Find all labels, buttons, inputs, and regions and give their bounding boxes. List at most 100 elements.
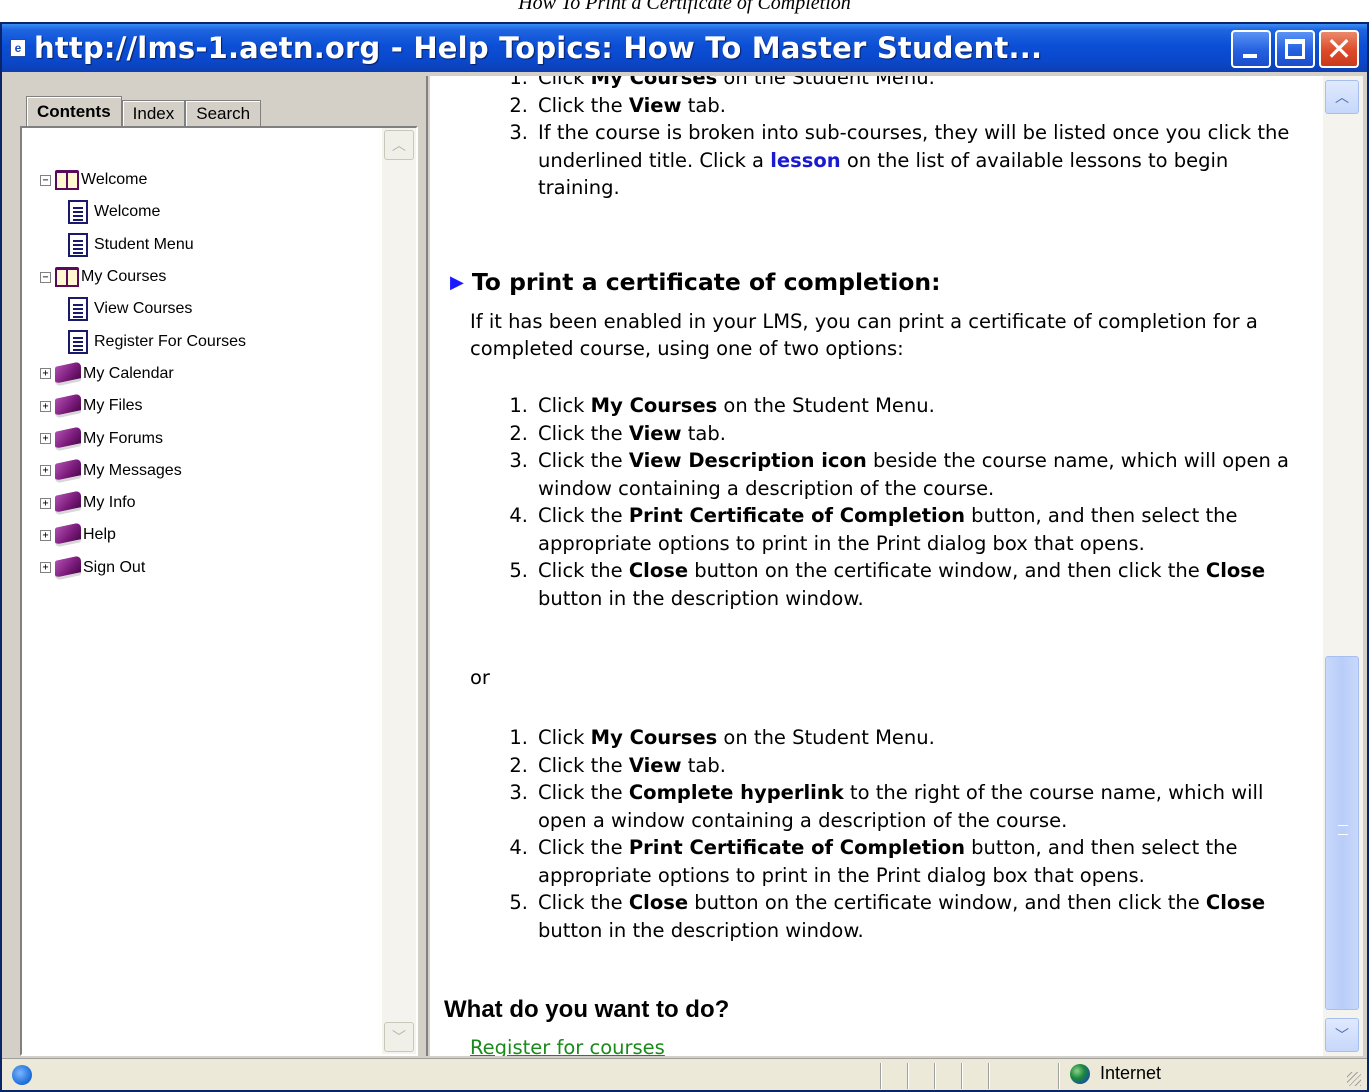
status-divider [961,1063,963,1089]
intro-paragraph: If it has been enabled in your LMS, you … [470,310,1258,360]
step-number: 1. [509,726,528,749]
tree-scroll-down-button[interactable]: ﹀ [384,1022,414,1052]
tab-index[interactable]: Index [121,100,186,126]
ui-term: Close [628,891,689,914]
tree-item-label: Register For Courses [94,332,247,350]
status-divider [988,1063,990,1089]
closed-book-icon [55,458,81,484]
closed-book-icon [55,554,81,581]
previous-steps-list: 1. Click My Courses on the Student Menu. 2… [430,76,1310,202]
minimize-icon [1243,54,1257,58]
status-divider [880,1063,882,1089]
closed-book-icon [55,490,81,516]
tree-scrollbar[interactable]: ︿ ﹀ [382,128,416,1054]
glossary-link[interactable]: lesson [770,149,840,172]
window-title: http://lms-1.aetn.org - Help Topics: How… [34,31,1043,65]
expand-arrow-icon[interactable]: ▶ [450,272,464,293]
step-number: 3. [509,121,528,144]
globe-icon [1070,1063,1090,1084]
tree-item[interactable]: + Help [40,519,370,551]
tree-item[interactable]: Welcome [40,196,370,228]
tree-item[interactable]: + My Forums [40,422,370,454]
help-page-icon [68,200,88,225]
step-item: 3. Click the View Description icon beside… [430,447,1310,502]
tree-item[interactable]: + My Info [40,487,370,519]
ui-term: View [628,421,682,445]
expand-icon[interactable]: + [40,400,51,412]
title-bar[interactable]: e http://lms-1.aetn.org - Help Topics: H… [2,24,1367,72]
expand-icon[interactable]: + [40,465,51,477]
step-number: 2. [509,421,528,445]
tree-item[interactable]: + Sign Out [40,552,370,584]
ui-term: View [628,753,682,777]
tab-contents[interactable]: Contents [26,96,122,126]
or-separator: or [470,666,490,689]
closed-book-icon [55,522,81,549]
step-text: If the course is broken into sub-courses… [538,121,1290,199]
step-text: Click the Print Certificate of Completio… [538,836,1238,887]
tree-item[interactable]: − My Courses [40,261,370,293]
step-number: 3. [509,781,528,804]
navigation-pane: Contents Index Search − Welcome Welcome Stude… [6,76,418,1056]
tree-item[interactable]: + My Files [40,390,370,422]
close-button[interactable]: ✕ [1319,30,1359,68]
ie-page-icon: e [10,39,26,57]
register-for-courses-link[interactable]: Register for courses [470,1036,665,1056]
collapse-icon[interactable]: − [40,271,51,283]
resize-grip-icon[interactable] [1347,1072,1361,1086]
step-text: Click the Complete hyperlink to the righ… [538,781,1264,832]
security-zone: Internet [1070,1063,1161,1084]
tree-item-label: Help [83,526,116,544]
contents-tree-frame: − Welcome Welcome Student Menu − My Courses Vi… [20,126,418,1056]
expand-icon[interactable]: + [40,529,51,541]
pane-splitter[interactable] [420,76,428,1056]
tree-item[interactable]: View Courses [40,293,370,325]
maximize-icon [1285,39,1305,59]
content-scrollbar[interactable]: ︿ ﹀ [1323,76,1363,1056]
step-number: 2. [509,93,528,117]
collapse-icon[interactable]: − [40,174,51,186]
expand-icon[interactable]: + [40,497,51,509]
step-text: Click My Courses on the Student Menu. [538,76,1308,92]
document-caption: How To Print a Certificate of Completion [518,0,851,14]
expand-icon[interactable]: + [40,562,51,574]
scroll-thumb[interactable] [1325,656,1359,1010]
step-item: 4. Click the Print Certificate of Complet… [430,502,1310,557]
step-number: 5. [509,891,528,914]
step-text: Click My Courses on the Student Menu. [538,726,935,749]
expand-icon[interactable]: + [40,368,51,380]
step-item: 3. Click the Complete hyperlink to the ri… [430,779,1310,834]
maximize-button[interactable] [1275,30,1315,68]
tab-search[interactable]: Search [185,100,262,126]
step-text: Click the View tab. [538,421,726,445]
tree-item[interactable]: + My Calendar [40,358,370,390]
help-window: e http://lms-1.aetn.org - Help Topics: H… [0,22,1369,1092]
tree-item-label: Sign Out [83,558,146,576]
tree-item[interactable]: + My Messages [40,455,370,487]
scroll-down-button[interactable]: ﹀ [1325,1018,1359,1052]
scroll-up-button[interactable]: ︿ [1325,80,1359,114]
ui-term: My Courses [590,726,718,749]
tree-item-label: My Calendar [83,364,174,382]
step-item: 1. Click My Courses on the Student Menu. [430,392,1310,420]
step-item: 1. Click My Courses on the Student Menu. [430,76,1310,92]
help-page-icon [68,297,88,322]
tree-item[interactable]: Register For Courses [40,325,370,357]
expand-icon[interactable]: + [40,433,51,445]
step-item: 1. Click My Courses on the Student Menu. [430,724,1310,752]
step-text: Click the Close button on the certificat… [538,891,1266,942]
minimize-button[interactable] [1231,30,1271,68]
tree-item-label: Welcome [94,203,161,221]
status-divider [907,1063,909,1089]
step-number: 1. [509,76,528,89]
tree-scroll-up-button[interactable]: ︿ [384,130,414,160]
step-item: 5. Click the Close button on the certific… [430,557,1310,612]
tree-item[interactable]: − Welcome [40,164,370,196]
step-number: 4. [509,836,528,859]
tree-item[interactable]: Student Menu [40,229,370,261]
ie-status-icon [12,1064,32,1085]
contents-tree: − Welcome Welcome Student Menu − My Courses Vi… [40,164,370,584]
step-text: Click the View Description icon beside t… [538,449,1290,500]
zone-label: Internet [1100,1063,1162,1083]
what-do-you-want-heading: What do you want to do? [444,996,730,1023]
